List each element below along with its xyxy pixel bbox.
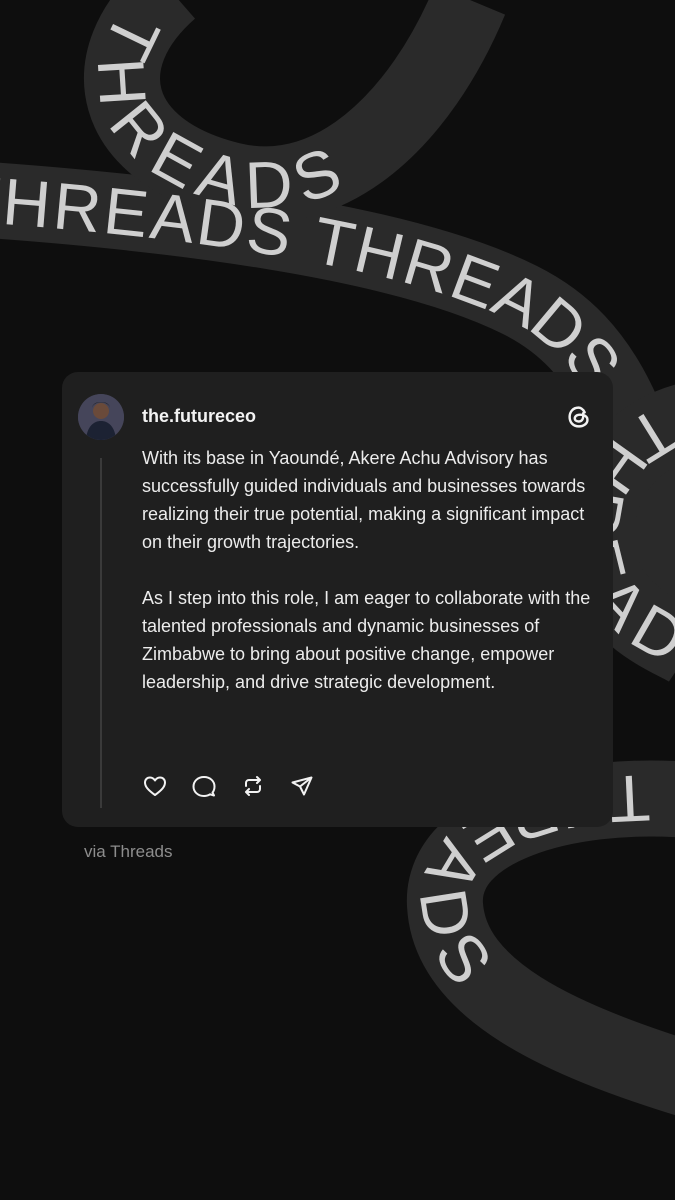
post-paragraph: As I step into this role, I am eager to …: [142, 588, 591, 692]
threads-logo-icon[interactable]: [564, 402, 594, 432]
share-icon[interactable]: [289, 773, 315, 799]
avatar-image: [78, 394, 124, 440]
username[interactable]: the.futureceo: [142, 406, 256, 427]
thread-line: [100, 458, 102, 808]
post-paragraph: With its base in Yaoundé, Akere Achu Adv…: [142, 448, 586, 552]
comment-icon[interactable]: [191, 773, 217, 799]
threads-post-card: the.futureceo With its base in Yaoundé, …: [62, 372, 613, 827]
post-actions: [142, 773, 315, 799]
post-body: With its base in Yaoundé, Akere Achu Adv…: [142, 444, 592, 724]
repost-icon[interactable]: [240, 773, 266, 799]
heart-icon[interactable]: [142, 773, 168, 799]
avatar[interactable]: [78, 394, 124, 440]
via-threads-label: via Threads: [84, 842, 173, 861]
